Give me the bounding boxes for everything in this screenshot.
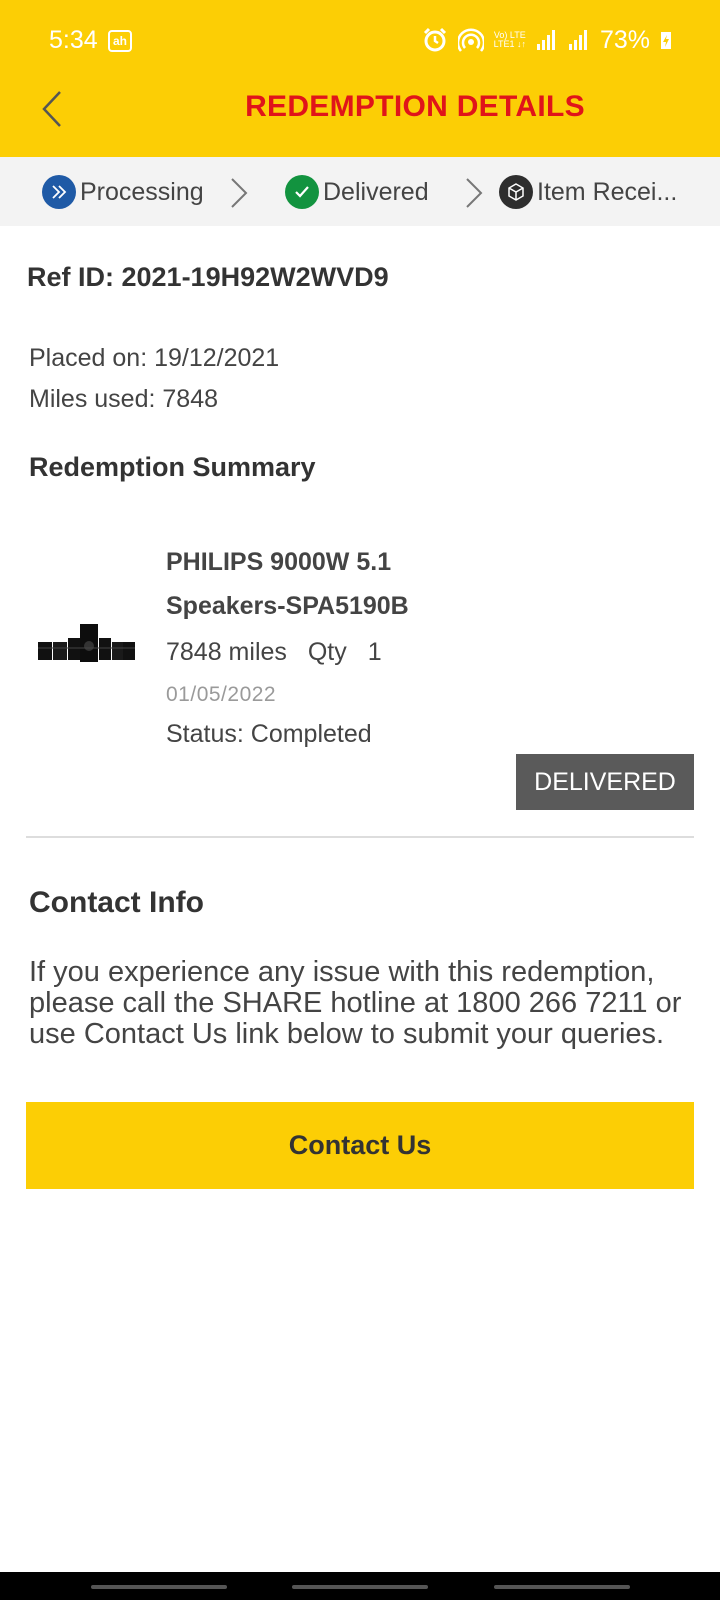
signal-icon (536, 30, 555, 50)
page-header: REDEMPTION DETAILS (0, 80, 720, 157)
network-type-icon: Vo) LTE LTE1 ↓↑ (493, 30, 526, 49)
product-miles: 7848 miles (166, 638, 287, 666)
placed-on-date: Placed on: 19/12/2021 (29, 344, 280, 372)
status-time: 5:34 (49, 26, 98, 54)
status-bar: 5:34 ah Vo) LTE LTE1 ↓↑ 73% (0, 0, 720, 80)
status-icons: Vo) LTE LTE1 ↓↑ 73% (422, 24, 672, 56)
contact-info-text: If you experience any issue with this re… (29, 956, 682, 1050)
chevron-right-icon (466, 178, 483, 208)
step-processing: Processing (42, 174, 204, 210)
step-delivered: Delivered (285, 174, 429, 210)
contact-info-title: Contact Info (29, 886, 204, 919)
chevron-right-icon (231, 178, 248, 208)
step-label: Item Recei... (537, 177, 678, 206)
battery-percent: 73% (599, 25, 650, 54)
double-chevron-right-icon (42, 175, 76, 209)
page-title: REDEMPTION DETAILS (245, 90, 585, 123)
qty-label: Qty (307, 638, 347, 666)
contact-us-button[interactable]: Contact Us (26, 1102, 694, 1189)
product-miles-qty: 7848 miles Qty 1 (166, 638, 382, 667)
reference-id: Ref ID: 2021-19H92W2WVD9 (27, 262, 389, 292)
delivered-badge: DELIVERED (516, 754, 694, 810)
product-status: Status: Completed (166, 720, 372, 748)
step-label: Processing (80, 177, 204, 206)
check-icon (285, 175, 319, 209)
product-date: 01/05/2022 (166, 683, 277, 706)
nav-indicator-center (292, 1585, 428, 1589)
step-item-received: Item Recei... (499, 174, 677, 210)
redemption-summary-title: Redemption Summary (29, 452, 316, 482)
product-name: PHILIPS 9000W 5.1 Speakers-SPA5190B (166, 548, 409, 620)
top-app-bar: 5:34 ah Vo) LTE LTE1 ↓↑ 73% REDEMPTION D… (0, 0, 720, 157)
nav-indicator-right (494, 1585, 630, 1589)
signal-icon-2 (568, 30, 587, 50)
hotspot-icon (457, 28, 484, 52)
product-image (36, 620, 136, 664)
system-nav-bar (0, 1572, 720, 1600)
order-progress-tracker: Processing Delivered Item Recei... (0, 157, 720, 226)
step-label: Delivered (323, 177, 429, 206)
battery-charging-icon (661, 32, 671, 49)
box-icon (499, 175, 533, 209)
divider (26, 836, 694, 838)
app-notification-icon: ah (108, 30, 132, 52)
qty-value: 1 (367, 638, 382, 666)
nav-indicator-left (91, 1585, 227, 1589)
miles-used: Miles used: 7848 (29, 385, 219, 413)
alarm-icon (423, 27, 446, 52)
